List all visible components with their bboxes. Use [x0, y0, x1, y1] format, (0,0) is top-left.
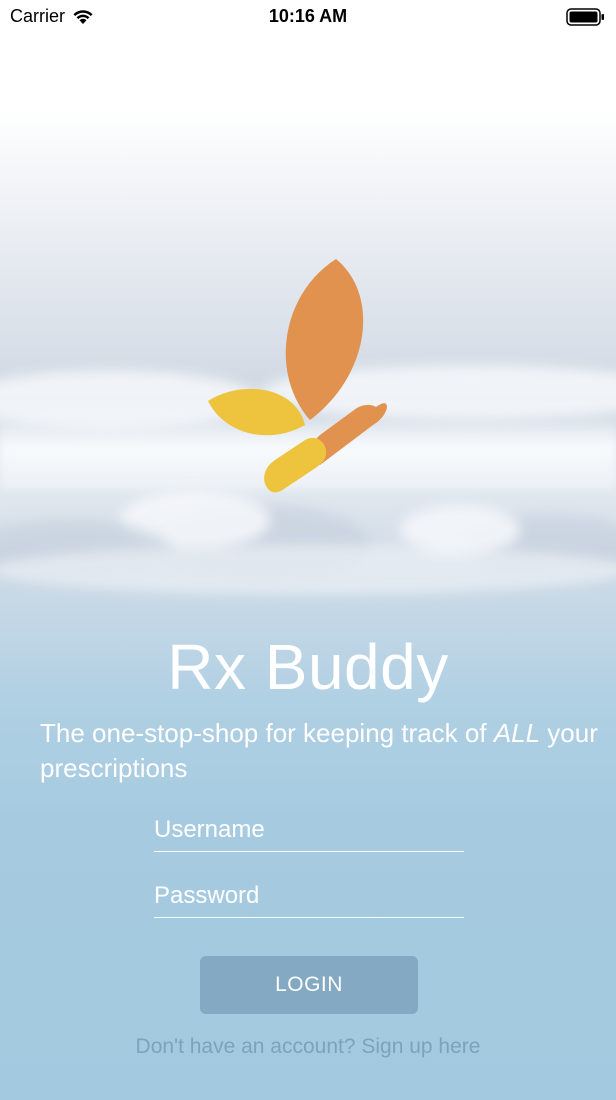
login-button[interactable]: LOGIN: [200, 956, 418, 1014]
status-time: 10:16 AM: [268, 6, 348, 26]
app-tagline: The one-stop-shop for keeping track of A…: [40, 716, 600, 786]
butterfly-logo: [208, 259, 387, 493]
tagline-emphasis: ALL: [493, 718, 541, 748]
login-screen: Carrier 10:16 AM Rx Buddy The one-stop-s…: [0, 0, 616, 1100]
username-field[interactable]: [154, 809, 464, 852]
password-field[interactable]: [154, 875, 464, 918]
signup-link[interactable]: Don't have an account? Sign up here: [0, 1035, 616, 1059]
status-bar: Carrier 10:16 AM: [0, 0, 616, 34]
battery-icon: [566, 7, 606, 32]
app-title: Rx Buddy: [167, 631, 449, 703]
tagline-text-start: The one-stop-shop for keeping track of: [40, 718, 494, 748]
